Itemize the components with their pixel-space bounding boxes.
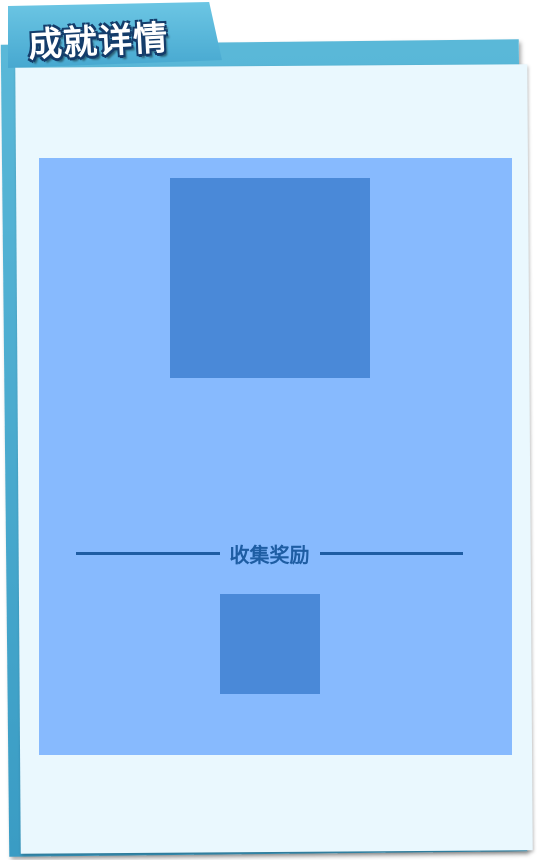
achievement-detail-window: 成就详情 收集奖励 [0, 0, 538, 860]
divider-right [319, 551, 463, 555]
achievement-content: 收集奖励 [39, 158, 512, 755]
divider-left [76, 551, 220, 555]
reward-section-title: 收集奖励 [229, 542, 310, 567]
reward-item-icon[interactable] [220, 594, 320, 694]
achievement-icon [170, 178, 370, 378]
window-title: 成就详情 [27, 18, 170, 66]
reward-section-header: 收集奖励 [76, 538, 463, 568]
